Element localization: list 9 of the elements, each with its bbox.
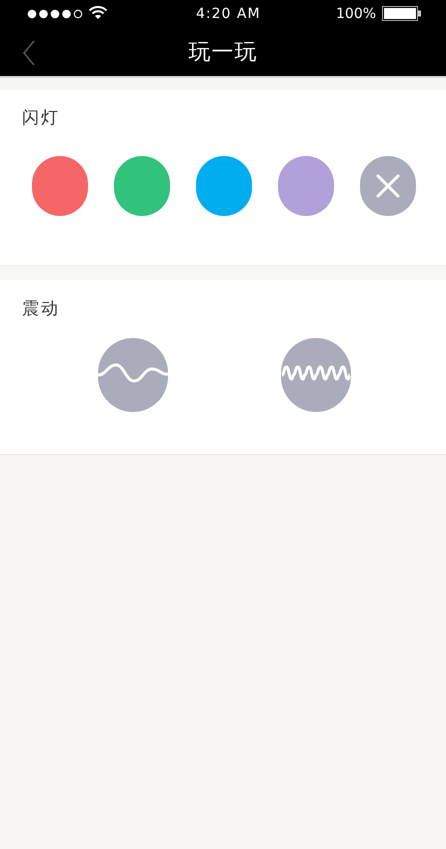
battery-percent: 100% (336, 5, 376, 23)
back-icon[interactable] (22, 40, 36, 66)
status-time: 4:20 AM (196, 5, 261, 23)
section-title: 震动 (22, 298, 60, 321)
wifi-icon (88, 6, 108, 20)
page-title: 玩一玩 (188, 38, 258, 66)
section-title: 闪灯 (22, 107, 60, 130)
battery-icon (382, 6, 422, 22)
signal-icon (27, 9, 83, 19)
